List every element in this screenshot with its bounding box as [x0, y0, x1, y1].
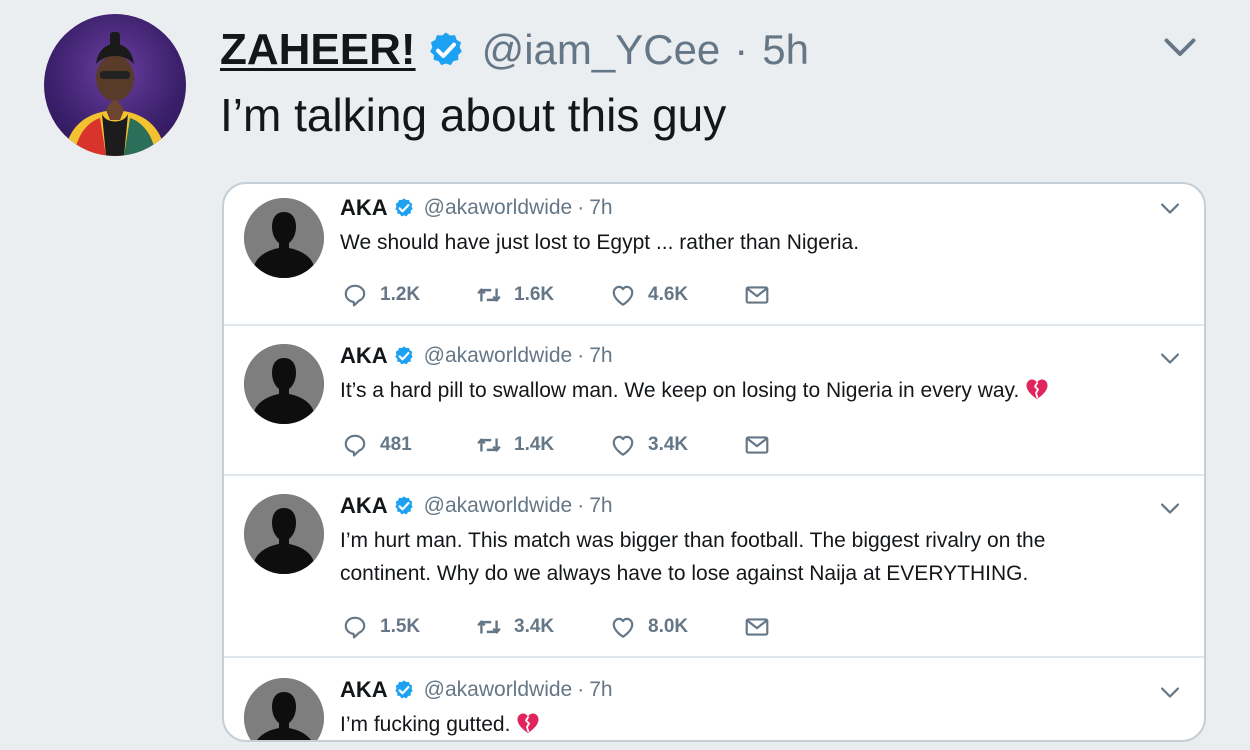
- quoted-tweet-text-content: It’s a hard pill to swallow man. We keep…: [340, 379, 1020, 402]
- reply-count: 1.5K: [380, 616, 421, 637]
- reply-button[interactable]: 1.5K: [342, 614, 476, 640]
- quoted-tweet-text: It’s a hard pill to swallow man. We keep…: [340, 374, 1170, 407]
- reply-icon: [342, 432, 368, 458]
- retweet-icon: [476, 432, 502, 458]
- message-button[interactable]: [744, 614, 770, 640]
- chevron-down-icon[interactable]: [1159, 502, 1181, 516]
- chevron-down-icon[interactable]: [1159, 202, 1181, 216]
- quoted-author-handle[interactable]: @akaworldwide: [424, 344, 573, 368]
- quoted-tweet-header: AKA @akaworldwide · 7h: [340, 676, 613, 704]
- verified-badge-icon: [393, 197, 415, 219]
- quoted-author-name[interactable]: AKA: [340, 195, 388, 221]
- reply-count: 1.2K: [380, 284, 421, 305]
- reply-icon: [342, 282, 368, 308]
- message-button[interactable]: [744, 282, 770, 308]
- quoted-author-handle[interactable]: @akaworldwide: [424, 678, 573, 702]
- author-avatar[interactable]: [44, 14, 186, 156]
- retweet-icon: [476, 614, 502, 640]
- verified-badge-icon: [426, 30, 466, 70]
- like-count: 8.0K: [648, 616, 689, 637]
- quoted-avatar[interactable]: [244, 678, 324, 742]
- quoted-tweet[interactable]: AKA @akaworldwide · 7h It’s a hard pill …: [224, 324, 1204, 476]
- quoted-tweet-text: I’m hurt man. This match was bigger than…: [340, 529, 1046, 585]
- like-count: 4.6K: [648, 284, 689, 305]
- chevron-down-icon[interactable]: [1159, 686, 1181, 700]
- tweet-actions: 481 1.4K 3.4K: [342, 430, 770, 460]
- retweet-button[interactable]: 1.4K: [476, 432, 610, 458]
- broken-heart-icon: [1025, 378, 1049, 400]
- quoted-author-handle[interactable]: @akaworldwide: [424, 196, 573, 220]
- header-separator: ·: [577, 678, 585, 701]
- chevron-down-icon[interactable]: [1162, 36, 1198, 60]
- reply-icon: [342, 614, 368, 640]
- verified-badge-icon: [393, 345, 415, 367]
- quoted-tweet[interactable]: AKA @akaworldwide · 7h I’m fucking gutte…: [224, 656, 1204, 742]
- tweet-header: ZAHEER! @iam_YCee · 5h: [220, 22, 809, 78]
- header-separator: ·: [734, 26, 749, 73]
- quoted-author-handle[interactable]: @akaworldwide: [424, 494, 573, 518]
- quoted-avatar[interactable]: [244, 494, 324, 574]
- quoted-tweet-text: I’m fucking gutted.: [340, 708, 1170, 740]
- author-handle[interactable]: @iam_YCee: [482, 26, 721, 74]
- like-button[interactable]: 8.0K: [610, 614, 744, 640]
- quoted-tweet-text: We should have just lost to Egypt ... ra…: [340, 231, 860, 254]
- reply-count: 481: [380, 434, 412, 455]
- broken-heart-icon: [516, 712, 540, 734]
- like-icon: [610, 432, 636, 458]
- quoted-tweet-time[interactable]: 7h: [589, 678, 612, 702]
- retweet-count: 1.4K: [514, 434, 555, 455]
- like-icon: [610, 614, 636, 640]
- header-separator: ·: [577, 196, 585, 219]
- header-separator: ·: [577, 344, 585, 367]
- retweet-button[interactable]: 1.6K: [476, 282, 610, 308]
- quoted-author-name[interactable]: AKA: [340, 493, 388, 519]
- reply-button[interactable]: 1.2K: [342, 282, 476, 308]
- quoted-tweet[interactable]: AKA @akaworldwide · 7h I’m hurt man. Thi…: [224, 474, 1204, 658]
- tweet-text: I’m talking about this guy: [220, 89, 727, 141]
- header-separator: ·: [577, 494, 585, 517]
- quoted-author-name[interactable]: AKA: [340, 677, 388, 703]
- tweet-actions: 1.5K 3.4K 8.0K: [342, 612, 770, 642]
- tweet-actions: 1.2K 1.6K 4.6K: [342, 280, 770, 310]
- quoted-tweet-header: AKA @akaworldwide · 7h: [340, 342, 613, 370]
- quoted-tweet[interactable]: AKA @akaworldwide · 7h We should have ju…: [224, 184, 1204, 334]
- like-icon: [610, 282, 636, 308]
- quoted-image-card[interactable]: AKA @akaworldwide · 7h We should have ju…: [222, 182, 1206, 742]
- message-icon: [744, 432, 770, 458]
- verified-badge-icon: [393, 495, 415, 517]
- like-count: 3.4K: [648, 434, 689, 455]
- avatar-illustration: [64, 32, 166, 156]
- quoted-tweet-time[interactable]: 7h: [589, 344, 612, 368]
- message-icon: [744, 282, 770, 308]
- verified-badge-icon: [393, 679, 415, 701]
- quoted-tweet-header: AKA @akaworldwide · 7h: [340, 492, 613, 520]
- like-button[interactable]: 3.4K: [610, 432, 744, 458]
- retweet-count: 3.4K: [514, 616, 555, 637]
- quoted-avatar[interactable]: [244, 344, 324, 424]
- quoted-author-name[interactable]: AKA: [340, 343, 388, 369]
- quoted-tweet-time[interactable]: 7h: [589, 494, 612, 518]
- retweet-icon: [476, 282, 502, 308]
- quoted-tweet-text-content: I’m fucking gutted.: [340, 713, 511, 736]
- chevron-down-icon[interactable]: [1159, 352, 1181, 366]
- reply-button[interactable]: 481: [342, 432, 476, 458]
- like-button[interactable]: 4.6K: [610, 282, 744, 308]
- message-icon: [744, 614, 770, 640]
- retweet-count: 1.6K: [514, 284, 555, 305]
- retweet-button[interactable]: 3.4K: [476, 614, 610, 640]
- message-button[interactable]: [744, 432, 770, 458]
- quoted-avatar[interactable]: [244, 198, 324, 278]
- quoted-tweet-time[interactable]: 7h: [589, 196, 612, 220]
- tweet-time[interactable]: 5h: [762, 26, 809, 74]
- quoted-tweet-header: AKA @akaworldwide · 7h: [340, 194, 613, 222]
- author-name[interactable]: ZAHEER!: [220, 25, 416, 75]
